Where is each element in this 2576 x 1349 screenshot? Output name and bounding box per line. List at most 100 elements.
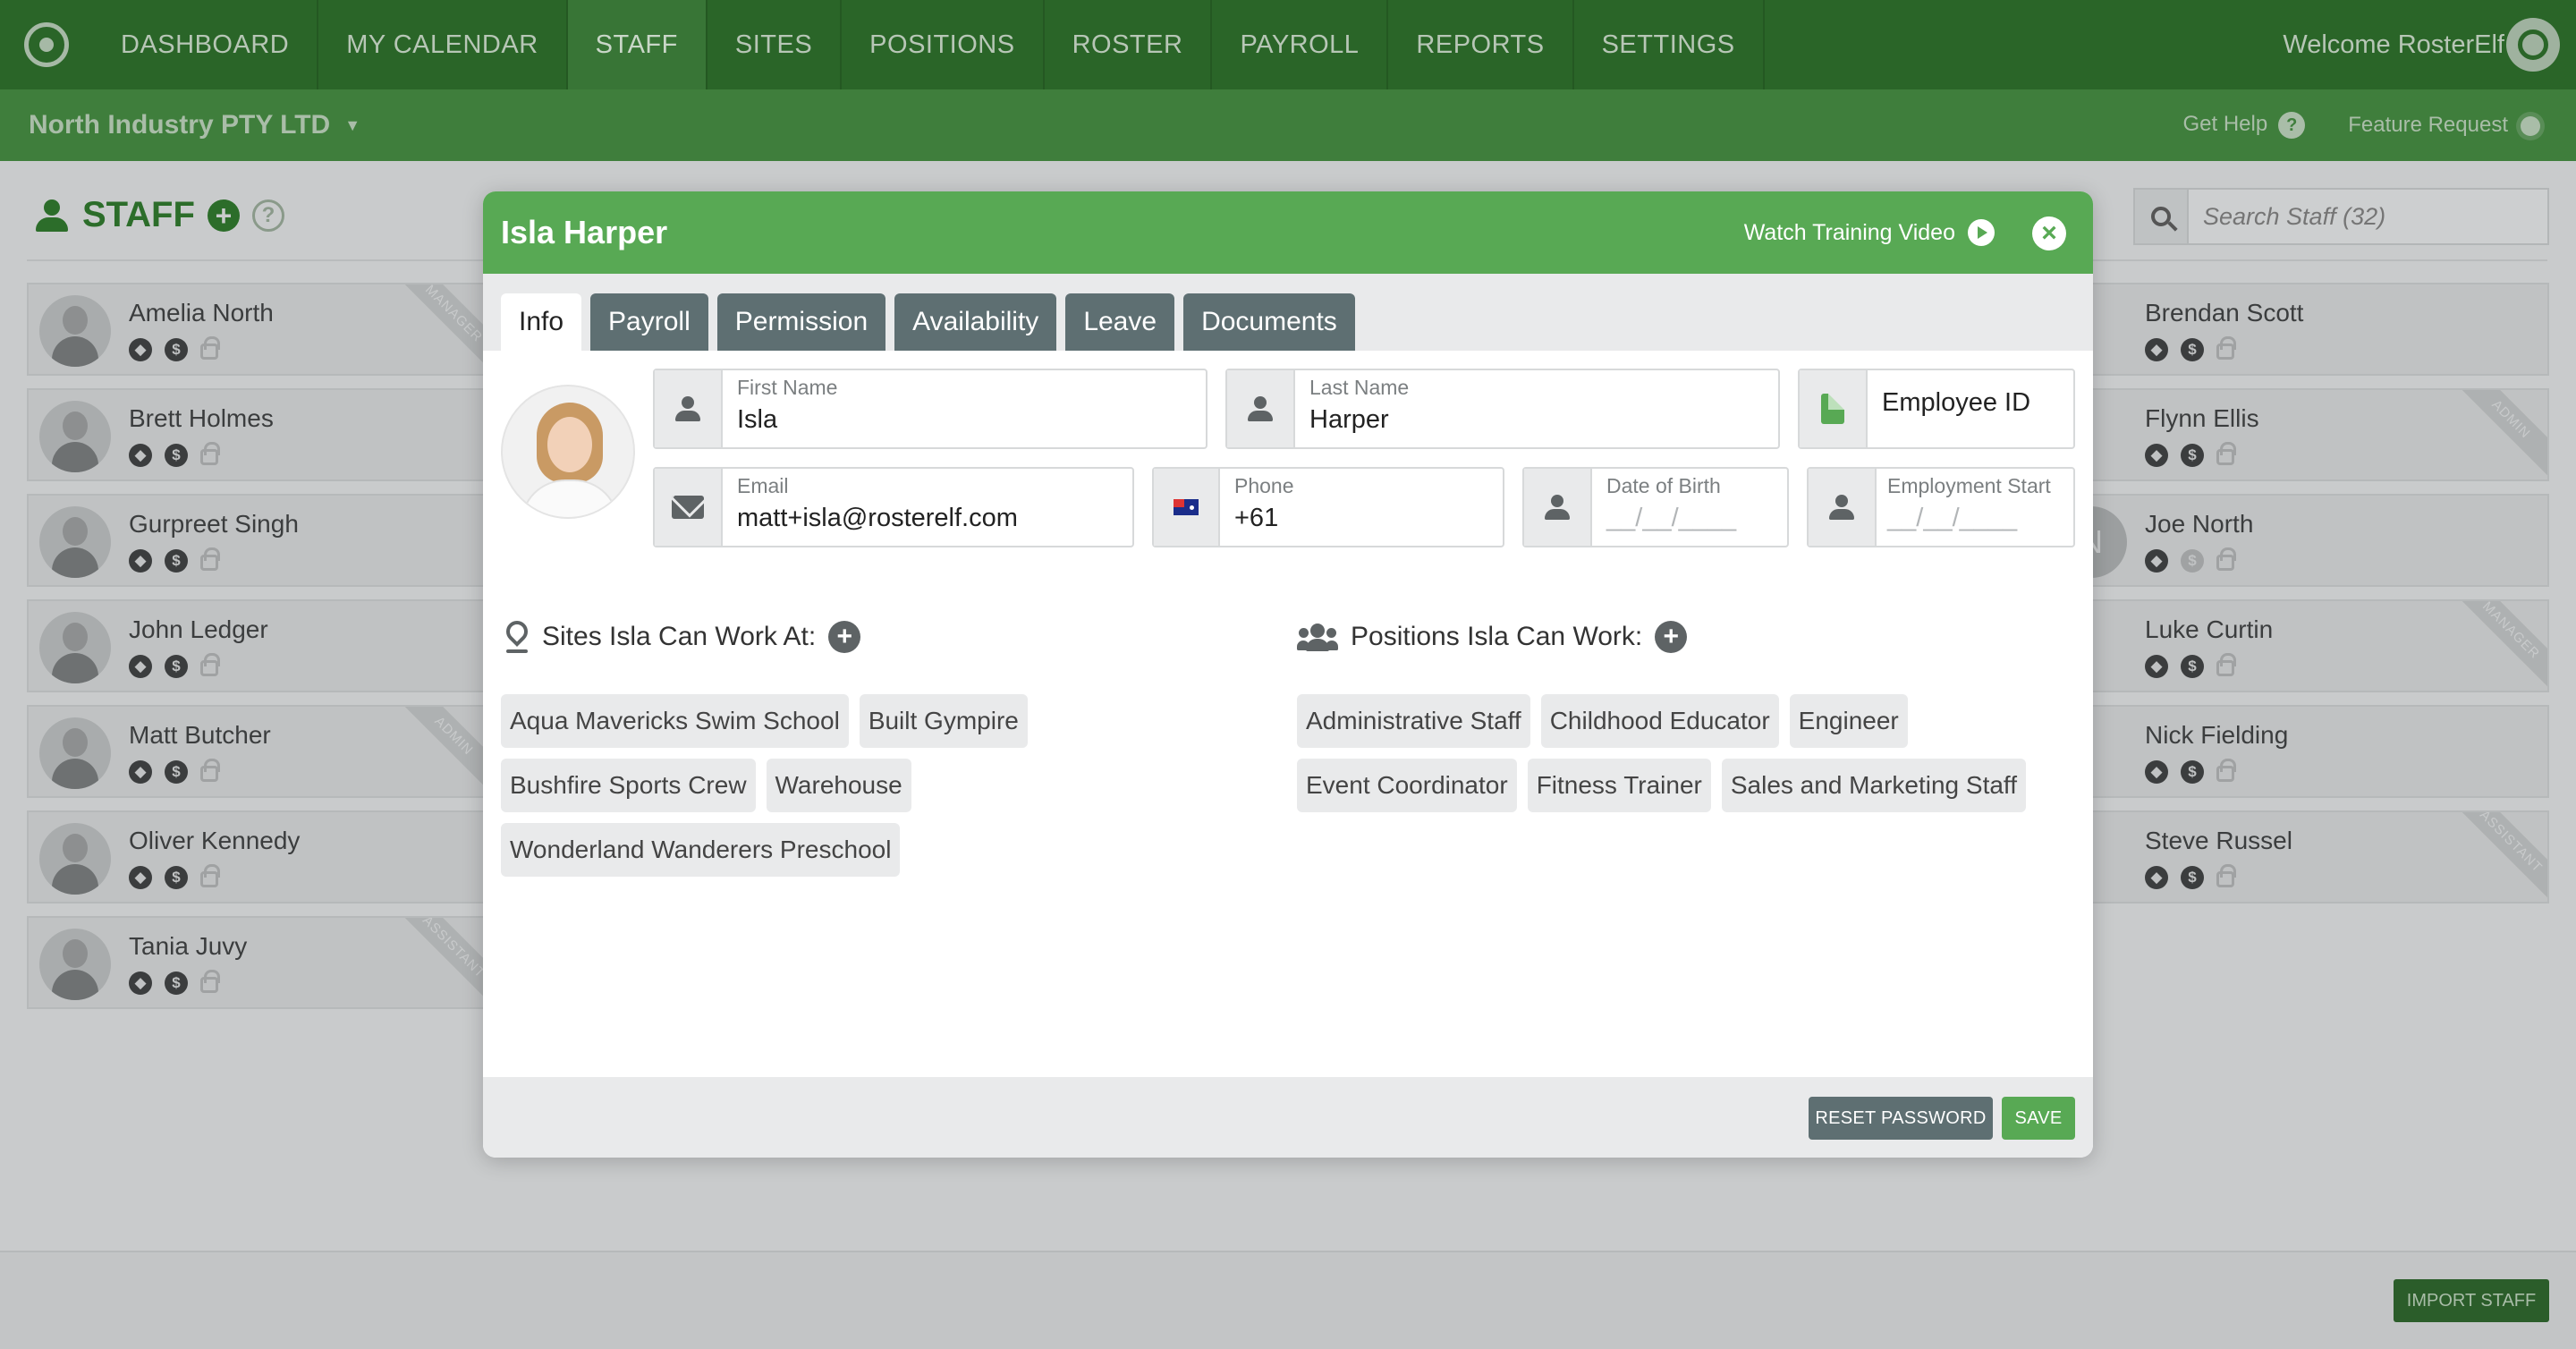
- nav-staff[interactable]: STAFF: [567, 0, 708, 89]
- shield-icon: ◆: [129, 655, 152, 678]
- positions-heading-text: Positions Isla Can Work:: [1351, 622, 1643, 651]
- staff-photo: [39, 929, 111, 1000]
- shield-icon: ◆: [2145, 444, 2168, 467]
- employment-start-label: Employment Start: [1887, 474, 2051, 497]
- staff-card[interactable]: Tania Juvy ◆ $ ASSISTANT: [27, 916, 492, 1009]
- add-staff-icon[interactable]: +: [207, 199, 240, 232]
- first-name-field[interactable]: First Name Isla: [653, 369, 1208, 449]
- role-ribbon: ADMIN: [2447, 390, 2547, 479]
- staff-card[interactable]: Amelia North ◆ $ MANAGER: [27, 283, 492, 376]
- dob-value[interactable]: __/__/____: [1606, 504, 1773, 533]
- email-label: Email: [737, 474, 789, 497]
- search-staff-input[interactable]: [2189, 188, 2549, 245]
- last-name-value[interactable]: Harper: [1309, 405, 1764, 435]
- help-icon[interactable]: ?: [251, 199, 284, 232]
- staff-name: Tania Juvy: [129, 932, 248, 960]
- lock-icon: [200, 864, 220, 887]
- reset-password-button[interactable]: RESET PASSWORD: [1809, 1097, 1993, 1140]
- position-chip[interactable]: Fitness Trainer: [1527, 759, 1711, 812]
- person-icon: [1524, 469, 1592, 546]
- close-icon[interactable]: ×: [2032, 216, 2066, 250]
- lock-icon: [2216, 442, 2236, 465]
- staff-card[interactable]: John Ledger ◆ $: [27, 599, 492, 692]
- nav-dashboard[interactable]: DASHBOARD: [93, 0, 319, 89]
- shield-icon: ◆: [129, 338, 152, 361]
- role-ribbon: ASSISTANT: [2447, 812, 2547, 902]
- staff-card[interactable]: Oliver Kennedy ◆ $: [27, 810, 492, 904]
- site-chip[interactable]: Aqua Mavericks Swim School: [501, 694, 849, 748]
- lock-icon: [2216, 759, 2236, 782]
- staff-card[interactable]: Matt Butcher ◆ $ ADMIN: [27, 705, 492, 798]
- modal-header: Isla Harper Watch Training Video ×: [483, 191, 2093, 274]
- shield-icon: ◆: [2145, 655, 2168, 678]
- employee-id-placeholder[interactable]: Employee ID: [1882, 388, 2059, 418]
- site-chip[interactable]: Built Gympire: [859, 694, 1028, 748]
- lock-icon: [200, 547, 220, 571]
- position-chip[interactable]: Event Coordinator: [1297, 759, 1517, 812]
- add-position-icon[interactable]: +: [1655, 621, 1688, 653]
- lock-icon: [200, 653, 220, 676]
- email-field[interactable]: Email matt+isla@rosterelf.com: [653, 467, 1134, 547]
- question-icon: ?: [2278, 112, 2306, 140]
- rosterelf-logo-icon[interactable]: [0, 0, 93, 89]
- nav-payroll[interactable]: PAYROLL: [1212, 0, 1389, 89]
- get-help-link[interactable]: Get Help?: [2183, 112, 2306, 140]
- staff-photo[interactable]: [501, 385, 635, 519]
- staff-name: John Ledger: [129, 615, 268, 643]
- phone-field[interactable]: Phone +61: [1152, 467, 1504, 547]
- user-avatar-icon[interactable]: [2506, 18, 2560, 72]
- dollar-icon: $: [165, 971, 188, 995]
- tab-leave[interactable]: Leave: [1065, 293, 1175, 351]
- welcome-text[interactable]: Welcome RosterElf: [2283, 0, 2504, 89]
- nav-reports[interactable]: REPORTS: [1388, 0, 1574, 89]
- dollar-icon: $: [165, 866, 188, 889]
- import-staff-button[interactable]: IMPORT STAFF: [2394, 1279, 2549, 1322]
- date-of-birth-field[interactable]: Date of Birth __/__/____: [1522, 467, 1789, 547]
- site-chip[interactable]: Bushfire Sports Crew: [501, 759, 756, 812]
- shield-icon: ◆: [129, 866, 152, 889]
- search-icon[interactable]: [2133, 188, 2189, 245]
- staff-name: Amelia North: [129, 299, 274, 327]
- email-value[interactable]: matt+isla@rosterelf.com: [737, 504, 1118, 533]
- add-site-icon[interactable]: +: [828, 621, 861, 653]
- position-chip[interactable]: Administrative Staff: [1297, 694, 1530, 748]
- watch-training-video-link[interactable]: Watch Training Video: [1744, 191, 1995, 274]
- sites-heading: Sites Isla Can Work At: +: [504, 621, 861, 653]
- tab-info[interactable]: Info: [501, 293, 582, 351]
- person-icon: [655, 370, 723, 447]
- site-chip[interactable]: Warehouse: [766, 759, 911, 812]
- australia-flag-icon[interactable]: [1154, 469, 1220, 546]
- save-button[interactable]: SAVE: [2002, 1097, 2075, 1140]
- page-title: STAFF + ?: [34, 195, 284, 235]
- nav-positions[interactable]: POSITIONS: [842, 0, 1045, 89]
- nav-roster[interactable]: ROSTER: [1045, 0, 1213, 89]
- staff-card[interactable]: Brett Holmes ◆ $: [27, 388, 492, 481]
- position-chip[interactable]: Engineer: [1789, 694, 1908, 748]
- tab-documents[interactable]: Documents: [1183, 293, 1355, 351]
- last-name-field[interactable]: Last Name Harper: [1225, 369, 1780, 449]
- position-chip[interactable]: Sales and Marketing Staff: [1721, 759, 2026, 812]
- shield-icon: ◆: [2145, 549, 2168, 573]
- nav-my-calendar[interactable]: MY CALENDAR: [318, 0, 568, 89]
- phone-value[interactable]: +61: [1234, 504, 1488, 533]
- tab-payroll[interactable]: Payroll: [590, 293, 708, 351]
- nav-sites[interactable]: SITES: [708, 0, 843, 89]
- staff-name: Matt Butcher: [129, 721, 271, 749]
- shield-icon: ◆: [129, 760, 152, 784]
- tab-permission[interactable]: Permission: [716, 293, 886, 351]
- lock-icon: [200, 759, 220, 782]
- modal-tabs: Info Payroll Permission Availability Lea…: [483, 274, 2093, 351]
- feature-request-link[interactable]: Feature Request: [2348, 113, 2540, 138]
- nav-settings[interactable]: SETTINGS: [1574, 0, 1765, 89]
- employment-start-value[interactable]: __/__/____: [1887, 504, 2059, 533]
- position-chip[interactable]: Childhood Educator: [1540, 694, 1779, 748]
- site-chip[interactable]: Wonderland Wanderers Preschool: [501, 823, 901, 877]
- lock-icon: [200, 336, 220, 360]
- staff-card[interactable]: Gurpreet Singh ◆ $: [27, 494, 492, 587]
- tab-availability[interactable]: Availability: [894, 293, 1057, 351]
- first-name-value[interactable]: Isla: [737, 405, 1191, 435]
- csv-file-icon: [1800, 370, 1868, 447]
- employee-id-field[interactable]: Employee ID: [1798, 369, 2075, 449]
- company-selector[interactable]: North Industry PTY LTD ▼: [29, 110, 360, 140]
- employment-start-field[interactable]: Employment Start __/__/____: [1807, 467, 2075, 547]
